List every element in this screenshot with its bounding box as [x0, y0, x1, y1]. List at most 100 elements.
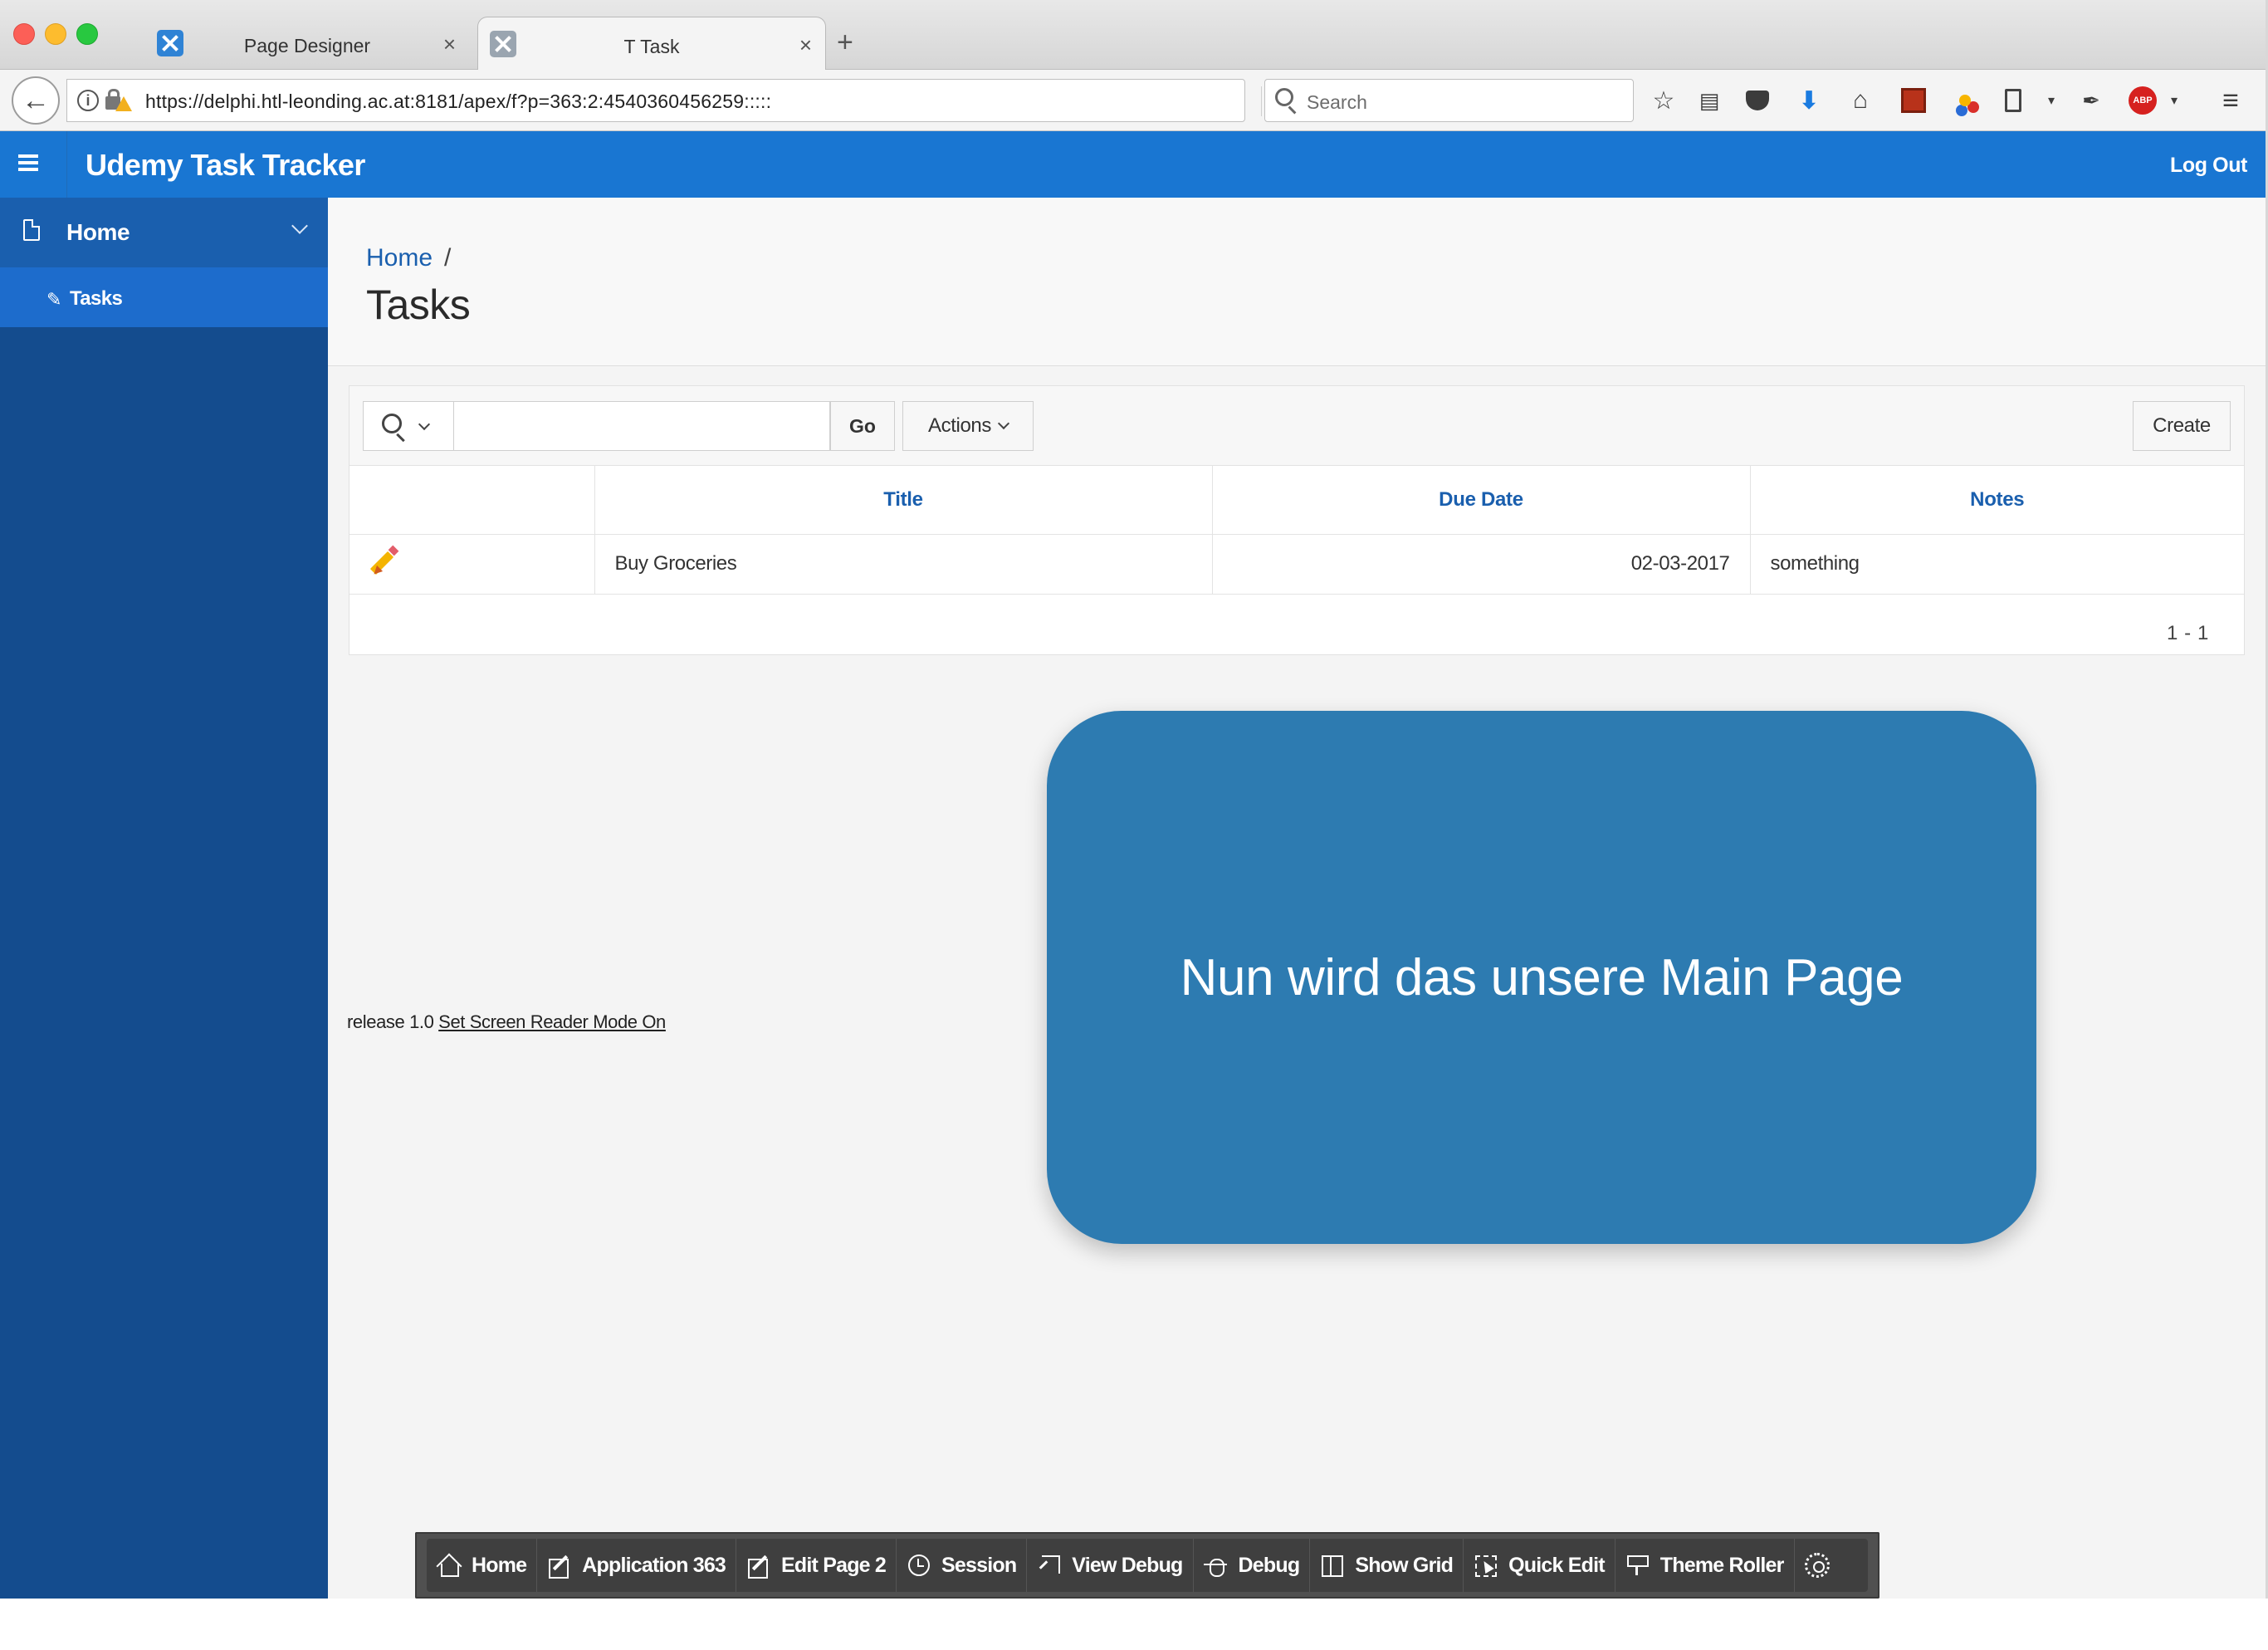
close-tab-icon[interactable]: × — [443, 32, 456, 57]
dev-toolbar-show-grid[interactable]: Show Grid — [1310, 1539, 1464, 1592]
column-header-title[interactable]: Title — [594, 466, 1213, 535]
chevron-down-icon[interactable] — [291, 218, 308, 234]
sidebar-item-tasks[interactable]: ✎ Tasks — [0, 267, 328, 327]
url-bar[interactable]: i https://delphi.htl-leonding.ac.at:8181… — [66, 79, 1295, 122]
quick-edit-icon — [1474, 1554, 1498, 1577]
notes-cell: something — [1750, 534, 2244, 595]
sidebar-item-label: Tasks — [70, 287, 123, 310]
back-button[interactable]: ← — [12, 76, 60, 125]
search-icon — [1275, 88, 1293, 106]
dev-toolbar-label: Theme Roller — [1659, 1553, 1785, 1577]
insecure-lock-icon[interactable] — [104, 88, 132, 113]
reading-list-icon[interactable]: ▤ — [1694, 85, 1725, 116]
browser-window: Page Designer × T Task × + ← i https://d… — [0, 0, 2268, 1599]
sidebar-item-label: Home — [66, 219, 130, 245]
edit-cell — [349, 534, 595, 595]
breadcrumb-separator: / — [444, 244, 452, 272]
navigation-bar: ← i https://delphi.htl-leonding.ac.at:81… — [0, 70, 2266, 131]
title-region: Home / Tasks — [328, 198, 2266, 366]
hamburger-menu-icon[interactable] — [18, 151, 48, 178]
column-header-edit — [349, 466, 595, 535]
table-header-row: Title Due Date Notes — [349, 466, 2244, 535]
dev-toolbar-label: Quick Edit — [1508, 1553, 1605, 1577]
close-window-button[interactable] — [13, 23, 35, 45]
dev-toolbar-edit-page[interactable]: Edit Page 2 — [736, 1539, 897, 1592]
page-title: Tasks — [366, 282, 471, 328]
apex-app: Udemy Task Tracker Log Out Home ✎ Tasks … — [0, 131, 2266, 1599]
page-icon — [23, 219, 40, 241]
pocket-icon[interactable] — [1742, 85, 1773, 116]
dev-toolbar-label: Application 363 — [582, 1553, 726, 1577]
create-button[interactable]: Create — [2133, 401, 2231, 451]
developer-toolbar: Home Application 363 Edit Page 2 Session… — [415, 1532, 1879, 1599]
tab-bar: Page Designer × T Task × + — [0, 0, 2266, 70]
dev-toolbar-label: Edit Page 2 — [781, 1553, 887, 1577]
browser-search-input[interactable]: Search — [1264, 79, 1634, 122]
go-button[interactable]: Go — [830, 401, 895, 451]
dev-toolbar-session[interactable]: Session — [897, 1539, 1028, 1592]
extension-icon[interactable] — [1949, 85, 1981, 116]
close-tab-icon[interactable]: × — [799, 32, 812, 58]
tab-label: T Task — [623, 36, 680, 57]
dev-toolbar-view-debug[interactable]: View Debug — [1027, 1539, 1194, 1592]
dev-toolbar-debug[interactable]: Debug — [1194, 1539, 1311, 1592]
app-title[interactable]: Udemy Task Tracker — [86, 148, 365, 183]
search-column-button[interactable] — [363, 401, 454, 451]
screen-reader-mode-link[interactable]: Set Screen Reader Mode On — [438, 1011, 666, 1032]
clipboard-icon[interactable] — [1997, 85, 2029, 116]
sidebar: Home ✎ Tasks — [0, 198, 328, 1599]
dev-toolbar-theme-roller[interactable]: Theme Roller — [1615, 1539, 1795, 1592]
title-cell: Buy Groceries — [594, 534, 1213, 595]
search-placeholder: Search — [1307, 91, 1367, 113]
app-header: Udemy Task Tracker Log Out — [0, 131, 2266, 198]
download-icon[interactable]: ⬇ — [1793, 85, 1825, 116]
dev-toolbar-label: Show Grid — [1355, 1553, 1454, 1577]
adblock-icon[interactable]: ABP — [2127, 85, 2158, 116]
tab-t-task[interactable]: T Task × — [477, 17, 826, 70]
clock-icon — [907, 1554, 931, 1577]
dev-toolbar-quick-edit[interactable]: Quick Edit — [1464, 1539, 1615, 1592]
sidebar-item-home[interactable]: Home — [0, 198, 328, 267]
home-icon[interactable]: ⌂ — [1845, 85, 1876, 116]
url-text[interactable]: https://delphi.htl-leonding.ac.at:8181/a… — [145, 91, 771, 113]
report-table: Title Due Date Notes Buy Groceries 02-03… — [349, 466, 2244, 595]
interactive-report: Go Actions Create Title Due Date Notes B… — [349, 385, 2245, 655]
dev-toolbar-home[interactable]: Home — [427, 1539, 538, 1592]
dev-toolbar-label: Home — [472, 1553, 527, 1577]
pencil-icon: ✎ — [46, 289, 62, 310]
view-debug-icon — [1037, 1554, 1062, 1577]
column-header-due-date[interactable]: Due Date — [1212, 466, 1751, 535]
dev-toolbar-label: View Debug — [1072, 1553, 1183, 1577]
dev-toolbar-application[interactable]: Application 363 — [537, 1539, 737, 1592]
callout-text: Nun wird das unsere Main Page — [1180, 948, 1904, 1006]
chevron-down-icon — [997, 417, 1010, 430]
footer: release 1.0 Set Screen Reader Mode On — [347, 1011, 666, 1033]
report-search-input[interactable] — [454, 401, 830, 451]
zoom-window-button[interactable] — [76, 23, 98, 45]
minimize-window-button[interactable] — [45, 23, 66, 45]
divider — [1261, 86, 1262, 116]
logout-link[interactable]: Log Out — [2170, 154, 2247, 178]
annotation-callout: Nun wird das unsere Main Page — [1047, 711, 2036, 1244]
extension-icon[interactable] — [1898, 85, 1929, 116]
arrow-left-icon: ← — [22, 84, 50, 116]
edit-pencil-icon[interactable] — [369, 545, 399, 577]
breadcrumb: Home / — [366, 244, 451, 272]
tab-page-designer[interactable]: Page Designer × — [145, 17, 469, 70]
edit-icon — [547, 1554, 572, 1579]
new-tab-button[interactable]: + — [837, 27, 853, 59]
column-header-notes[interactable]: Notes — [1750, 466, 2244, 535]
table-row: Buy Groceries 02-03-2017 something — [349, 534, 2244, 595]
chevron-down-icon[interactable]: ▾ — [2158, 85, 2190, 116]
star-icon[interactable]: ☆ — [1648, 85, 1679, 116]
breadcrumb-home-link[interactable]: Home — [366, 244, 433, 272]
info-icon[interactable]: i — [77, 90, 99, 111]
actions-button[interactable]: Actions — [902, 401, 1034, 451]
gear-icon[interactable] — [1804, 1553, 1830, 1578]
paint-roller-icon — [1625, 1554, 1650, 1577]
chevron-down-icon — [418, 418, 431, 431]
divider — [66, 131, 67, 198]
chevron-down-icon[interactable]: ▾ — [2036, 85, 2067, 116]
screenshot-icon[interactable]: ✒ — [2075, 85, 2107, 116]
menu-icon[interactable]: ≡ — [2215, 85, 2246, 116]
